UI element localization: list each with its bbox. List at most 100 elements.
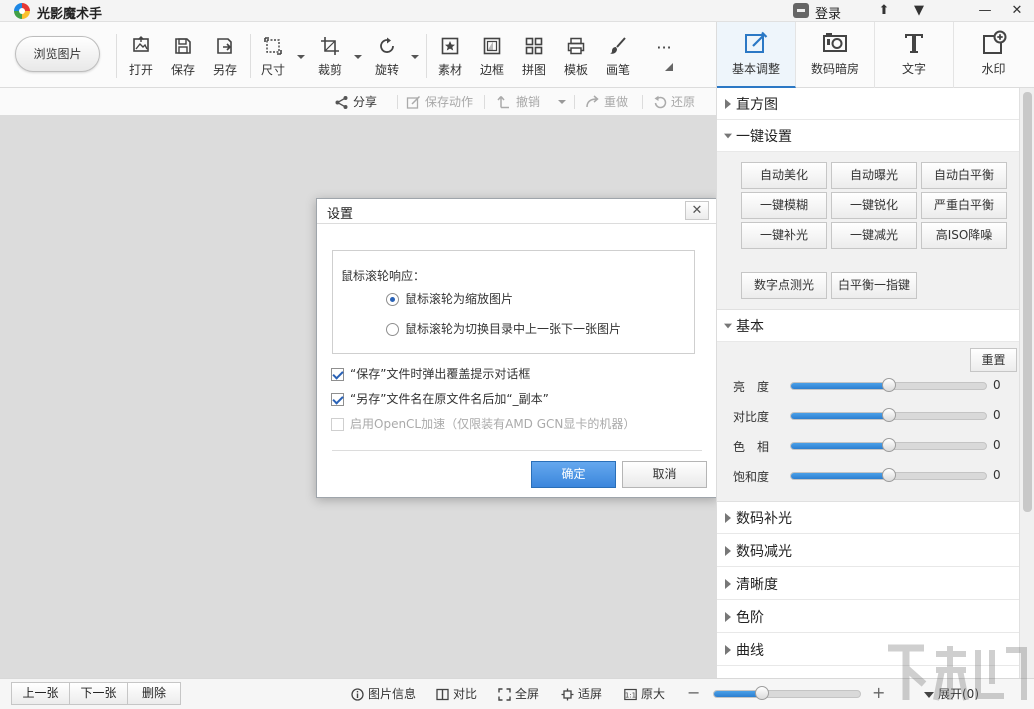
hue-slider[interactable] [790, 438, 987, 452]
section-fill-light[interactable]: 数码补光 [717, 502, 1019, 534]
panel-scrollbar-thumb[interactable] [1023, 92, 1032, 512]
severe-white-balance-button[interactable]: 严重白平衡 [921, 192, 1007, 219]
checkbox-checked-icon[interactable] [331, 368, 344, 381]
restore-label: 还原 [671, 95, 696, 109]
section-sharpness[interactable]: 清晰度 [717, 568, 1019, 600]
template-button[interactable]: 模板 [559, 36, 593, 80]
paint-brush-icon [610, 37, 626, 54]
ok-button[interactable]: 确定 [531, 461, 616, 488]
checkbox-copy-suffix[interactable]: “另存”文件名在原文件名后加“_副本” [331, 391, 549, 409]
material-button[interactable]: 素材 [433, 36, 467, 80]
size-button[interactable]: 尺寸 [256, 36, 290, 80]
zoom-slider[interactable] [713, 686, 861, 700]
delete-image-button[interactable]: 删除 [127, 682, 181, 705]
radio-selected-icon[interactable] [386, 293, 399, 306]
slider-thumb[interactable] [881, 378, 896, 392]
toolbar-divider [116, 34, 117, 78]
cancel-button[interactable]: 取消 [622, 461, 707, 488]
login-link[interactable]: 登录 [815, 3, 841, 22]
checkbox-checked-icon[interactable] [331, 393, 344, 406]
white-balance-picker-button[interactable]: 白平衡一指键 [831, 272, 917, 299]
more-tools-button[interactable]: ··· [647, 36, 681, 80]
tab-watermark[interactable]: 水印 [954, 22, 1033, 88]
minimize-button[interactable]: — [970, 1, 1000, 21]
spot-metering-button[interactable]: 数字点测光 [741, 272, 827, 299]
save-action-button[interactable]: 保存动作 [406, 93, 473, 111]
dialog-close-button[interactable]: ✕ [685, 201, 709, 220]
original-size-button[interactable]: 1:1 原大 [624, 685, 665, 703]
save-button[interactable]: 保存 [166, 36, 200, 80]
saturation-slider[interactable] [790, 468, 987, 482]
close-window-button[interactable]: ✕ [1002, 1, 1032, 21]
undo-dropdown-icon[interactable] [557, 97, 567, 107]
image-info-button[interactable]: 图片信息 [351, 685, 416, 703]
fullscreen-button[interactable]: 全屏 [498, 685, 539, 703]
slider-label: 色 相 [733, 440, 770, 454]
crop-button[interactable]: 裁剪 [313, 36, 347, 80]
one-key-fill-light-button[interactable]: 一键补光 [741, 222, 827, 249]
chevron-right-icon [725, 99, 731, 109]
restore-button[interactable]: 还原 [652, 93, 695, 111]
zoom-thumb[interactable] [755, 686, 770, 700]
slider-thumb[interactable] [881, 408, 896, 422]
rotate-dropdown-icon[interactable] [410, 52, 420, 62]
auto-beautify-button[interactable]: 自动美化 [741, 162, 827, 189]
compare-button[interactable]: 对比 [436, 685, 477, 703]
share-label: 分享 [353, 95, 378, 109]
contrast-slider[interactable] [790, 408, 987, 422]
slider-thumb[interactable] [881, 468, 896, 482]
user-avatar-icon[interactable] [793, 3, 809, 18]
slider-thumb[interactable] [881, 438, 896, 452]
section-levels[interactable]: 色阶 [717, 601, 1019, 633]
zoom-out-button[interactable]: − [687, 683, 701, 702]
section-one-key[interactable]: 一键设置 [717, 120, 1019, 152]
panel-scrollbar[interactable] [1019, 88, 1034, 678]
section-reduce-light[interactable]: 数码减光 [717, 535, 1019, 567]
one-key-blur-button[interactable]: 一键模糊 [741, 192, 827, 219]
undo-button[interactable]: 撤销 [497, 93, 540, 111]
border-button[interactable]: 边框 [475, 36, 509, 80]
open-label: 打开 [128, 63, 153, 77]
reset-button[interactable]: 重置 [970, 348, 1017, 372]
size-dropdown-icon[interactable] [296, 52, 306, 62]
tab-text[interactable]: 文字 [875, 22, 954, 88]
crop-dropdown-icon[interactable] [353, 52, 363, 62]
tab-digital-darkroom[interactable]: 数码暗房 [796, 22, 875, 88]
tab-basic-adjust[interactable]: 基本调整 [717, 22, 796, 88]
section-basic[interactable]: 基本 [717, 310, 1019, 342]
collage-grid-icon [525, 37, 543, 55]
radio-wheel-switch[interactable]: 鼠标滚轮为切换目录中上一张下一张图片 [386, 321, 621, 339]
previous-image-button[interactable]: 上一张 [11, 682, 70, 705]
slider-label: 对比度 [733, 410, 770, 424]
section-histogram-title: 直方图 [736, 97, 778, 113]
collage-button[interactable]: 拼图 [517, 36, 551, 80]
one-key-body: 自动美化 自动曝光 自动白平衡 一键模糊 一键锐化 严重白平衡 一键补光 一键减… [717, 152, 1019, 310]
redo-button[interactable]: 重做 [585, 93, 628, 111]
chevron-right-icon [725, 546, 731, 556]
tab-text-label: 文字 [901, 62, 926, 76]
auto-white-balance-button[interactable]: 自动白平衡 [921, 162, 1007, 189]
one-key-reduce-light-button[interactable]: 一键减光 [831, 222, 917, 249]
rotate-button[interactable]: 旋转 [370, 36, 404, 80]
toolbar-divider [426, 34, 427, 78]
menu-dropdown-button[interactable]: ▼ [904, 1, 934, 21]
fit-screen-button[interactable]: 适屏 [561, 685, 602, 703]
radio-wheel-zoom[interactable]: 鼠标滚轮为缩放图片 [386, 291, 513, 309]
radio-unselected-icon[interactable] [386, 323, 399, 336]
auto-exposure-button[interactable]: 自动曝光 [831, 162, 917, 189]
compare-label: 对比 [453, 687, 478, 701]
slider-fill [791, 473, 889, 479]
pin-button[interactable]: ⬆ [869, 1, 899, 21]
next-image-button[interactable]: 下一张 [69, 682, 128, 705]
one-key-sharpen-button[interactable]: 一键锐化 [831, 192, 917, 219]
save-as-button[interactable]: 另存 [208, 36, 242, 80]
section-histogram[interactable]: 直方图 [717, 88, 1019, 120]
save-as-label: 另存 [212, 63, 237, 77]
browse-images-button[interactable]: 浏览图片 [15, 36, 100, 72]
share-button[interactable]: 分享 [334, 93, 377, 111]
brush-button[interactable]: 画笔 [601, 36, 635, 80]
high-iso-denoise-button[interactable]: 高ISO降噪 [921, 222, 1007, 249]
open-button[interactable]: 打开 [124, 36, 158, 80]
brightness-slider[interactable] [790, 378, 987, 392]
checkbox-overwrite-prompt[interactable]: “保存”文件时弹出覆盖提示对话框 [331, 366, 530, 384]
